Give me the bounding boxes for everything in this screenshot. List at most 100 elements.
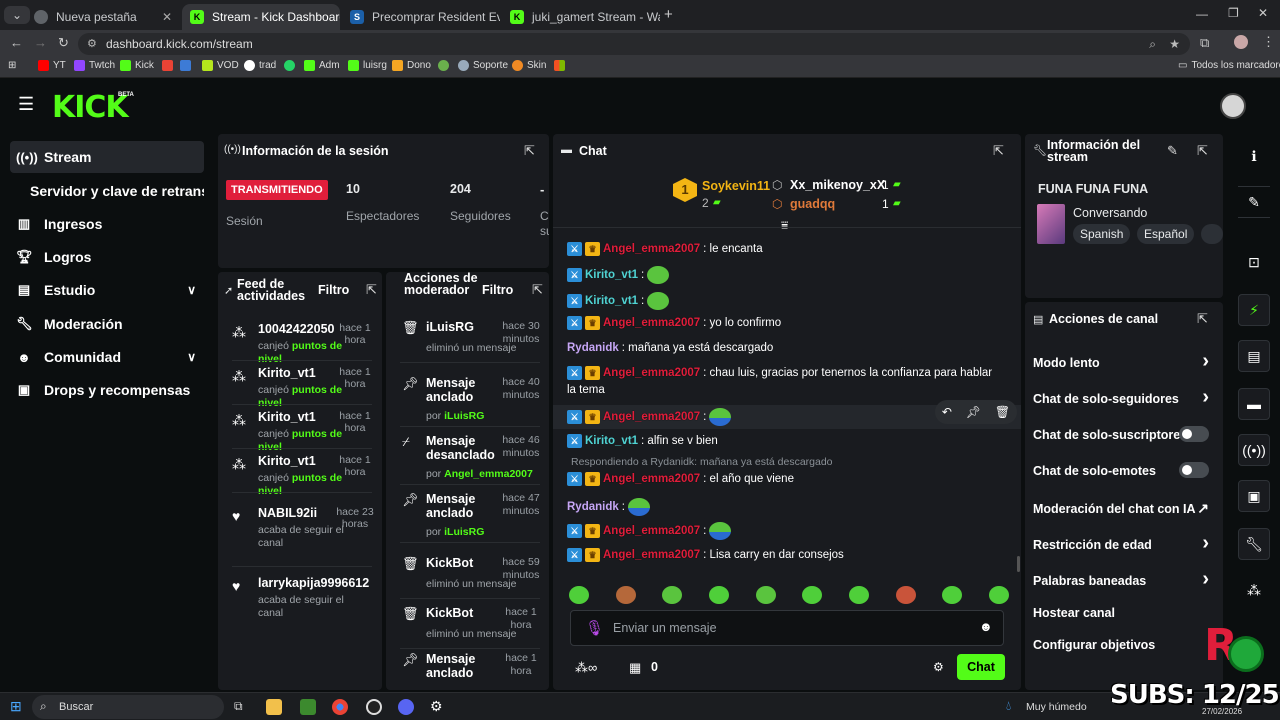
bookmark-trad[interactable]: trad xyxy=(244,60,276,71)
channel-action-item[interactable]: Moderación del chat con IA ↗ xyxy=(1033,500,1217,516)
quick-emote[interactable] xyxy=(802,586,823,604)
tab-juki-stream[interactable]: K juki_gamert Stream - Watch Liv ✕ xyxy=(502,4,660,30)
toggle-switch[interactable] xyxy=(1179,462,1209,478)
channel-action-item[interactable]: Chat de solo-seguidores › xyxy=(1033,386,1217,408)
layout-icon[interactable]: ▣ xyxy=(1238,480,1270,512)
mod-action-by[interactable]: iLuisRG xyxy=(444,526,484,538)
camera-icon[interactable]: ⊡ xyxy=(1238,246,1270,278)
chat-username[interactable]: Kirito_vt1 xyxy=(585,295,638,307)
channel-action-item[interactable]: Restricción de edad › xyxy=(1033,532,1217,554)
popout-icon[interactable]: ⇱ xyxy=(524,143,535,159)
channel-action-item[interactable]: Palabras baneadas › xyxy=(1033,568,1217,590)
bookmark-soporte[interactable]: Soporte xyxy=(458,60,508,71)
feed-item[interactable]: ♥ NABIL92ii hace 23 horas acaba de seguir e… xyxy=(226,506,376,567)
bookmark-alt-icon[interactable] xyxy=(438,60,449,71)
tag-espanol[interactable]: Español xyxy=(1137,224,1195,244)
kick-logo[interactable]: KICK xyxy=(52,93,129,123)
bookmark-luisrg[interactable]: luisrg xyxy=(348,60,387,71)
feed-username[interactable]: Kirito_vt1 xyxy=(258,454,316,468)
channel-action-item[interactable]: Chat de solo-suscriptores xyxy=(1033,426,1217,442)
bookmark-dono[interactable]: Dono xyxy=(392,60,431,71)
chat-username[interactable]: Rydanidk xyxy=(567,501,619,513)
edit-icon[interactable]: ✎ xyxy=(1238,186,1270,218)
leader-3-name[interactable]: guadqq xyxy=(790,197,835,211)
file-explorer-icon[interactable] xyxy=(266,699,282,715)
chat-username[interactable]: Angel_emma2007 xyxy=(603,473,700,485)
obs-icon[interactable] xyxy=(366,699,382,715)
toggle-switch[interactable] xyxy=(1179,426,1209,442)
channel-action-item[interactable]: Chat de solo-emotes xyxy=(1033,462,1217,478)
chat-username[interactable]: Angel_emma2007 xyxy=(603,243,700,255)
feed-username[interactable]: Kirito_vt1 xyxy=(258,410,316,424)
new-tab-button[interactable]: + xyxy=(664,6,673,23)
all-bookmarks[interactable]: ▭ Todos los marcadores xyxy=(1178,60,1280,71)
feed-username[interactable]: NABIL92ii xyxy=(258,506,317,520)
close-window-button[interactable]: ✕ xyxy=(1258,6,1268,20)
maximize-button[interactable]: ❐ xyxy=(1228,6,1239,20)
sidebar-item-server-key[interactable]: Servidor y clave de retransmisión xyxy=(10,175,204,207)
sidebar-item-logros[interactable]: 🏆︎ Logros xyxy=(10,241,204,273)
feed-username[interactable]: larrykapija9996612 xyxy=(258,576,369,590)
chat-username[interactable]: Kirito_vt1 xyxy=(585,435,638,447)
pin-icon[interactable]: 📌︎ xyxy=(966,405,981,419)
leader-1-name[interactable]: Soykevin11 xyxy=(702,179,770,193)
task-view-icon[interactable]: ⧉ xyxy=(234,699,243,714)
quick-emote[interactable] xyxy=(708,586,729,604)
reload-icon[interactable]: ↻ xyxy=(58,35,69,51)
feed-username[interactable]: 10042422050 xyxy=(258,322,334,336)
tab-kick-dashboard[interactable]: K Stream - Kick Dashboard ✕ xyxy=(182,4,340,30)
sidebar-item-moderacion[interactable]: 🔧︎ Moderación xyxy=(10,308,204,340)
url-input[interactable]: ⚙ dashboard.kick.com/stream ⌕ ★ xyxy=(78,33,1190,55)
taskbar-search[interactable]: ⌕ Buscar xyxy=(32,695,224,719)
menu-icon[interactable]: ⋮ xyxy=(1262,34,1275,50)
microphone-icon[interactable]: 🎙︎ xyxy=(585,619,604,637)
windows-start-icon[interactable]: ⊞ xyxy=(10,698,22,715)
apps-icon[interactable]: ⊞ xyxy=(8,60,16,71)
quick-emote[interactable] xyxy=(942,586,963,604)
chat-username[interactable]: Angel_emma2007 xyxy=(603,549,700,561)
quick-emote[interactable] xyxy=(569,586,589,604)
tag-overflow[interactable] xyxy=(1201,224,1223,244)
tab-nueva-pestana[interactable]: Nueva pestaña ✕ xyxy=(26,4,180,30)
channel-action-item[interactable]: Hostear canal xyxy=(1033,606,1217,620)
bookmark-skin[interactable]: Skin xyxy=(512,60,546,71)
sidebar-item-drops[interactable]: ▣ Drops y recompensas xyxy=(10,374,204,406)
chat-scrollbar[interactable] xyxy=(1017,556,1020,572)
bookmark-vod[interactable]: VOD xyxy=(202,60,239,71)
emoji-icon[interactable]: ☻ xyxy=(979,619,993,634)
chrome-icon[interactable] xyxy=(332,699,348,715)
bookmark-twitch[interactable]: Twtch xyxy=(74,60,115,71)
quick-emote[interactable] xyxy=(615,586,636,604)
feed-item[interactable]: ⁂ 10042422050 hace 1 hora canjeó puntos de … xyxy=(226,322,376,366)
quick-emote[interactable] xyxy=(895,586,916,604)
site-info-icon[interactable]: ⚙ xyxy=(87,33,97,55)
popout-icon[interactable]: ⇱ xyxy=(532,282,543,298)
chat-username[interactable]: Angel_emma2007 xyxy=(603,411,700,423)
feed-item[interactable]: ⁂ Kirito_vt1 hace 1 hora canjeó puntos de n… xyxy=(226,454,376,498)
sidebar-item-ingresos[interactable]: ▥ Ingresos xyxy=(10,208,204,240)
bookmark-generic-icon[interactable] xyxy=(180,60,191,71)
profile-avatar[interactable] xyxy=(1234,35,1248,49)
broadcast-icon[interactable]: ((•)) xyxy=(1238,434,1270,466)
close-icon[interactable]: ✕ xyxy=(162,10,172,24)
quick-emote[interactable] xyxy=(755,586,776,604)
store-icon[interactable]: ▦ xyxy=(629,660,641,676)
zoom-icon[interactable]: ⌕ xyxy=(1149,33,1156,55)
channel-action-item[interactable]: Modo lento › xyxy=(1033,350,1217,372)
chat-settings-icon[interactable]: ⚙ xyxy=(933,660,944,674)
popout-icon[interactable]: ⇱ xyxy=(1197,143,1208,159)
community-icon[interactable]: ⁂ xyxy=(1238,574,1270,606)
chat-username[interactable]: Kirito_vt1 xyxy=(585,269,638,281)
mod-filter-button[interactable]: Filtro xyxy=(482,283,513,297)
star-icon[interactable]: ★ xyxy=(1169,33,1180,55)
quick-emote[interactable] xyxy=(848,586,869,604)
bookmark-adm[interactable]: Adm xyxy=(304,60,340,71)
chat-icon[interactable]: ▬ xyxy=(1238,388,1270,420)
feed-username[interactable]: Kirito_vt1 xyxy=(258,366,316,380)
popout-icon[interactable]: ⇱ xyxy=(993,143,1004,159)
user-avatar[interactable] xyxy=(1220,93,1246,119)
feed-item[interactable]: ♥ larrykapija9996612 acaba de seguir el ca… xyxy=(226,576,376,620)
extensions-icon[interactable]: ⧉ xyxy=(1200,35,1209,51)
channel-action-item[interactable]: Configurar objetivos xyxy=(1033,638,1217,652)
chat-username[interactable]: Angel_emma2007 xyxy=(603,317,700,329)
